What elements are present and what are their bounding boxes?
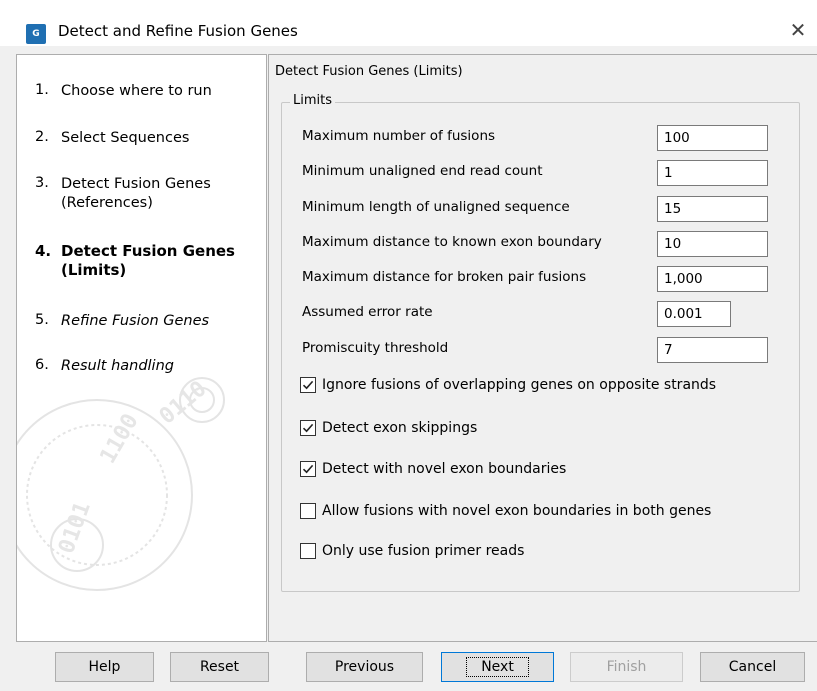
max-exon-boundary-distance-input[interactable] <box>657 231 768 257</box>
only-fusion-primer-reads-checkbox[interactable] <box>300 543 316 559</box>
assumed-error-rate-input[interactable] <box>657 301 731 327</box>
ignore-overlapping-fusions-checkbox[interactable] <box>300 377 316 393</box>
max-fusions-label: Maximum number of fusions <box>302 128 496 144</box>
step-number: 2. <box>35 129 49 145</box>
title-bar: G Detect and Refine Fusion Genes ✕ <box>0 0 817 46</box>
step-label: Choose where to run <box>61 83 212 99</box>
svg-text:1100: 1100 <box>96 410 144 468</box>
allow-novel-boundaries-both-genes-option[interactable]: Allow fusions with novel exon boundaries… <box>300 500 711 522</box>
ignore-overlapping-fusions-option[interactable]: Ignore fusions of overlapping genes on o… <box>300 374 716 396</box>
allow-novel-boundaries-both-genes-checkbox[interactable] <box>300 503 316 519</box>
step-number: 5. <box>35 312 49 328</box>
group-label: Limits <box>290 93 335 108</box>
detect-novel-exon-boundaries-label: Detect with novel exon boundaries <box>322 461 567 477</box>
max-broken-pair-distance-label: Maximum distance for broken pair fusions <box>302 269 587 285</box>
watermark-graphic: 1100 0101 0110 <box>17 376 225 591</box>
wizard-steps-panel: 1. Choose where to run 2. Select Sequenc… <box>16 54 267 642</box>
only-fusion-primer-reads-option[interactable]: Only use fusion primer reads <box>300 540 524 562</box>
limits-groupbox: Limits Maximum number of fusions Minimum… <box>281 93 800 592</box>
ignore-overlapping-fusions-label: Ignore fusions of overlapping genes on o… <box>322 377 717 393</box>
step-label: Select Sequences <box>61 130 190 146</box>
min-unaligned-length-input[interactable] <box>657 196 768 222</box>
max-broken-pair-distance-input[interactable] <box>657 266 768 292</box>
step-label: Detect Fusion Genes (References) <box>61 176 211 211</box>
step-number: 4. <box>35 242 52 260</box>
min-unaligned-end-read-count-input[interactable] <box>657 160 768 186</box>
svg-text:0101: 0101 <box>54 499 96 557</box>
help-button[interactable]: Help <box>55 652 154 682</box>
step-number: 3. <box>35 175 49 191</box>
min-unaligned-length-label: Minimum length of unaligned sequence <box>302 199 570 215</box>
max-exon-boundary-distance-label: Maximum distance to known exon boundary <box>302 234 602 250</box>
detect-exon-skippings-label: Detect exon skippings <box>322 420 478 436</box>
step-label: Detect Fusion Genes (Limits) <box>61 242 235 279</box>
previous-button[interactable]: Previous <box>306 652 423 682</box>
detect-novel-exon-boundaries-option[interactable]: Detect with novel exon boundaries <box>300 458 566 480</box>
only-fusion-primer-reads-label: Only use fusion primer reads <box>322 543 525 559</box>
assumed-error-rate-label: Assumed error rate <box>302 304 433 320</box>
detect-exon-skippings-checkbox[interactable] <box>300 420 316 436</box>
next-button-label: Next <box>466 657 529 677</box>
checkmark-icon <box>302 380 314 390</box>
step-number: 1. <box>35 82 49 98</box>
max-fusions-input[interactable] <box>657 125 768 151</box>
section-title: Detect Fusion Genes (Limits) <box>275 64 463 79</box>
allow-novel-boundaries-both-genes-label: Allow fusions with novel exon boundaries… <box>322 503 712 519</box>
app-icon: G <box>26 24 46 44</box>
window-title: Detect and Refine Fusion Genes <box>58 22 298 40</box>
step-label: Refine Fusion Genes <box>61 313 210 329</box>
settings-panel: Detect Fusion Genes (Limits) Limits Maxi… <box>268 54 817 642</box>
promiscuity-threshold-input[interactable] <box>657 337 768 363</box>
next-button[interactable]: Next <box>441 652 554 682</box>
min-unaligned-end-read-count-label: Minimum unaligned end read count <box>302 163 543 179</box>
checkmark-icon <box>302 464 314 474</box>
finish-button: Finish <box>570 652 683 682</box>
checkmark-icon <box>302 423 314 433</box>
promiscuity-threshold-label: Promiscuity threshold <box>302 340 449 356</box>
detect-exon-skippings-option[interactable]: Detect exon skippings <box>300 417 477 439</box>
cancel-button[interactable]: Cancel <box>700 652 805 682</box>
detect-novel-exon-boundaries-checkbox[interactable] <box>300 461 316 477</box>
reset-button[interactable]: Reset <box>170 652 269 682</box>
close-button[interactable]: ✕ <box>785 17 811 43</box>
